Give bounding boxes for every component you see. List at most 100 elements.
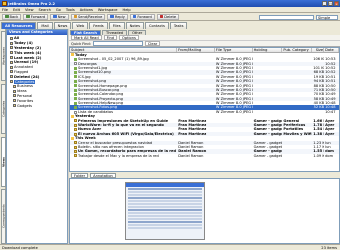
forward-label: Forward — [137, 14, 152, 19]
menu-tools[interactable]: Tools — [66, 8, 75, 12]
reply-icon — [110, 14, 114, 19]
forward-label: Forward — [30, 14, 46, 19]
tree-item[interactable]: Gadgets — [7, 103, 67, 108]
column-header-file-type[interactable]: File Type — [215, 48, 253, 52]
tree-item-label: Unread (19) — [14, 60, 39, 65]
quick-find-clear-button[interactable]: Clear — [144, 41, 161, 46]
tab-files[interactable]: Files — [108, 22, 125, 29]
mail-icon — [74, 150, 77, 154]
minimize-button[interactable]: _ — [322, 1, 327, 6]
table-row[interactable]: Trabajar desde el Mac y la empresa de la… — [70, 154, 339, 158]
send-receive-button[interactable]: Send/Receive — [70, 13, 106, 20]
tree-item-label: Favorites — [17, 98, 34, 103]
menu-view[interactable]: View — [25, 8, 34, 12]
menu-actions[interactable]: Actions — [80, 8, 93, 12]
side-tab-workspaces[interactable]: Workspaces — [0, 31, 6, 81]
delete-button[interactable]: Delete — [156, 13, 180, 20]
image-file-icon — [74, 106, 77, 110]
tab-notes[interactable]: Notes — [125, 22, 144, 29]
tab-all-resources[interactable]: All Resources — [1, 22, 37, 29]
image-file-icon — [74, 79, 77, 83]
group-folder-icon — [71, 136, 74, 140]
forward-button[interactable]: Forward — [129, 13, 155, 20]
views-tree: All Today (4) Yesterday (2) This week (4) La… — [7, 35, 67, 108]
column-header-date[interactable]: Date — [324, 48, 339, 52]
preview-image — [125, 182, 205, 240]
mark-all-read-button[interactable]: Mark All Read — [71, 35, 102, 40]
tab-mail[interactable]: Mail — [37, 22, 53, 29]
side-tab-categories[interactable]: Categories — [0, 84, 6, 134]
reply-button[interactable]: Reply — [107, 13, 128, 20]
menu-go[interactable]: Go — [56, 8, 61, 12]
folder-icon — [10, 65, 13, 69]
send-receive-label: Send/Receive — [78, 14, 103, 19]
search-mode-select[interactable]: Simple — [316, 14, 338, 20]
new-label: New — [57, 14, 66, 19]
quick-find-label: Quick Find: — [71, 41, 91, 46]
view-tab-threaded[interactable]: Threaded — [102, 29, 128, 35]
views-panel: Views and Categories All Today (4) Yesterd… — [6, 29, 68, 244]
new-icon — [53, 14, 57, 19]
column-header-pub-category[interactable]: Pub. Category — [282, 48, 313, 52]
mail-icon — [74, 145, 77, 149]
folder-icon — [10, 75, 13, 79]
side-tab-views[interactable]: Views — [0, 137, 6, 187]
folder-icon — [13, 94, 16, 98]
menu-workspace[interactable]: Workspace — [98, 8, 118, 12]
view-tab-flat-search[interactable]: Flat Search — [70, 29, 101, 35]
menu-edit[interactable]: Edit — [13, 8, 20, 12]
view-tab-other[interactable]: Other — [128, 29, 147, 35]
tree-item-label: Business — [17, 84, 33, 89]
tree-item-label: This week (4) — [14, 50, 42, 55]
folder-icon — [10, 46, 13, 50]
side-tab-correspondents[interactable]: Correspondents — [0, 189, 6, 244]
options-button[interactable]: Options — [119, 35, 139, 40]
tree-item-label: Deleted (24) — [14, 74, 40, 79]
tab-tasks[interactable]: Tasks — [169, 22, 188, 29]
new-button[interactable]: New — [50, 13, 69, 20]
tree-item-label: Categories — [14, 79, 36, 84]
cell-holding: Gamer - gadgets y ... — [253, 153, 283, 158]
image-file-icon — [74, 84, 77, 88]
tab-feeds[interactable]: Feeds — [89, 22, 108, 29]
find-button[interactable]: Find — [103, 35, 118, 40]
folder-icon — [10, 70, 13, 74]
forward-icon — [26, 14, 30, 19]
folder-icon — [10, 56, 13, 60]
document-icon — [74, 62, 77, 66]
column-header-from-mailing[interactable]: From/Mailing — [177, 48, 215, 52]
back-icon — [5, 14, 9, 19]
column-header-subject[interactable]: Subject — [70, 48, 178, 52]
back-button[interactable]: Back — [2, 13, 22, 20]
delete-label: Delete — [164, 14, 177, 19]
menu-help[interactable]: Help — [123, 8, 131, 12]
tab-news[interactable]: News — [53, 22, 72, 29]
cell-size: 1.38 KB — [313, 131, 324, 136]
quick-find-input[interactable] — [92, 41, 143, 46]
maximize-button[interactable]: □ — [328, 1, 333, 6]
column-header-holding[interactable]: Holding — [253, 48, 283, 52]
mail-icon — [74, 123, 77, 127]
forward-button[interactable]: Forward — [23, 13, 49, 20]
resource-list: Subject From/Mailing File Type Holding Pub. … — [69, 47, 340, 172]
tree-item-label: Today (4) — [14, 41, 33, 46]
image-file-icon — [74, 57, 77, 61]
search-input[interactable] — [259, 14, 314, 20]
image-file-icon — [74, 71, 77, 75]
folder-icon — [10, 36, 13, 40]
cell-from: Fran Martinez — [178, 131, 207, 136]
close-button[interactable]: × — [334, 1, 339, 6]
tree-item-label: Annotated — [14, 65, 33, 70]
mail-icon — [74, 119, 77, 123]
app-icon — [2, 1, 7, 6]
tab-contacts[interactable]: Contacts — [144, 22, 169, 29]
cell-date: dom — [325, 153, 334, 158]
menu-file[interactable]: File — [2, 8, 8, 12]
cell-holding — [253, 110, 283, 114]
column-header-size[interactable]: Size — [312, 48, 325, 52]
image-file-icon — [74, 93, 77, 96]
image-file-icon — [74, 97, 77, 101]
menu-search[interactable]: Search — [39, 8, 51, 12]
group-folder-icon — [71, 53, 74, 57]
tab-web[interactable]: Web — [72, 22, 89, 29]
